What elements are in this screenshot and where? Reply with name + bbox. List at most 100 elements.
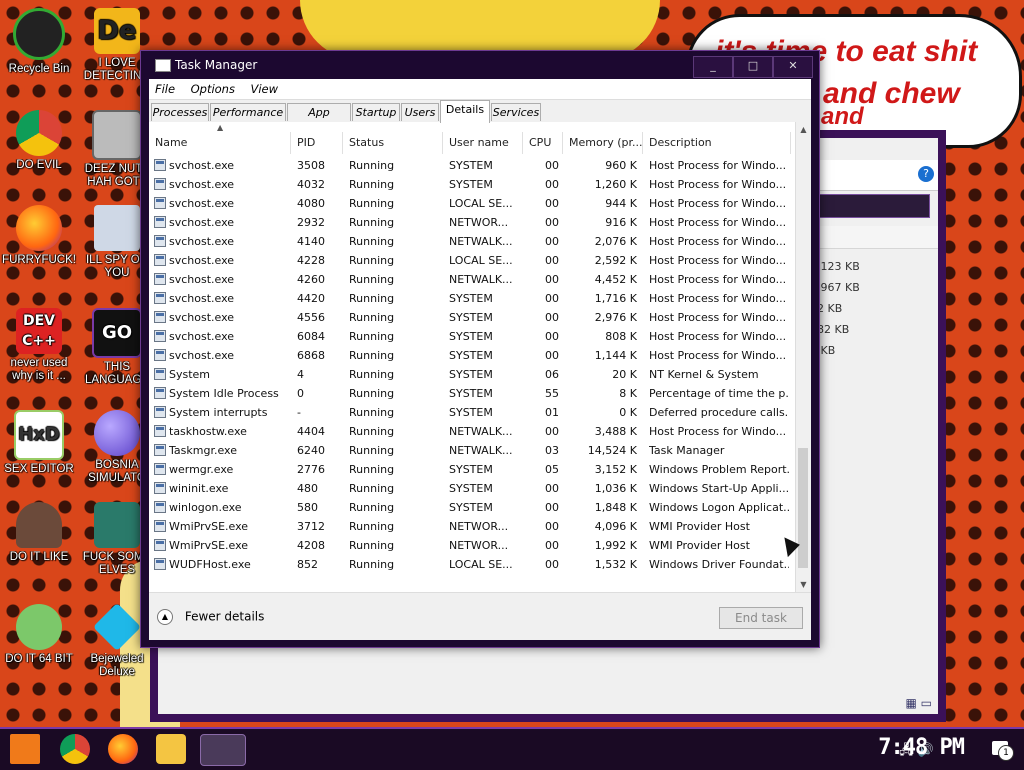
process-icon [154,501,166,513]
col-status[interactable]: Status [343,132,443,154]
cell-description: Windows Logon Applicat... [649,501,789,514]
cell-status: Running [349,387,395,400]
cell-memory: 944 K [605,197,637,210]
table-row[interactable]: winlogon.exe 580 Running SYSTEM 00 1,848 K Win… [149,498,791,517]
cell-pid: 3712 [297,520,325,533]
scroll-up-icon[interactable]: ▲ [796,122,811,137]
taskbar-firefox-icon[interactable] [108,734,138,764]
details-list[interactable]: ▲ Name PID Status User name CPU Memory (… [149,122,811,592]
desktop-icon-64bit[interactable]: DO IT 64 BIT [0,604,78,666]
explorer-size: 1 KB [810,344,836,357]
table-row[interactable]: wermgr.exe 2776 Running SYSTEM 05 3,152 K Wind… [149,460,791,479]
table-row[interactable]: svchost.exe 6868 Running SYSTEM 00 1,144 K Hos… [149,346,791,365]
taskbar-chrome-icon[interactable] [60,734,90,764]
cell-memory: 1,992 K [594,539,637,552]
table-row[interactable]: WmiPrvSE.exe 4208 Running NETWOR... 00 1,992 … [149,536,791,555]
process-icon [154,425,166,437]
cell-name: taskhostw.exe [169,425,247,438]
table-row[interactable]: Taskmgr.exe 6240 Running NETWALK... 03 14,524… [149,441,791,460]
table-row[interactable]: System Idle Process 0 Running SYSTEM 55 8 K Pe… [149,384,791,403]
task-manager-body: File Options View Processes Performance … [149,79,811,640]
tab-app-history[interactable]: App history [287,103,351,136]
cell-description: NT Kernel & System [649,368,759,381]
table-row[interactable]: System interrupts - Running SYSTEM 01 0 K Defe… [149,403,791,422]
taskbar-clock[interactable]: 7:48 PM [878,735,965,760]
table-row[interactable]: svchost.exe 4420 Running SYSTEM 00 1,716 K Hos… [149,289,791,308]
cell-pid: 3508 [297,159,325,172]
explorer-search-box[interactable] [808,194,930,218]
cell-description: WMI Provider Host [649,539,750,552]
table-row[interactable]: svchost.exe 4080 Running LOCAL SE... 00 944 K… [149,194,791,213]
table-row[interactable]: WmiPrvSE.exe 3712 Running NETWOR... 00 4,096 … [149,517,791,536]
table-row[interactable]: svchost.exe 4556 Running SYSTEM 00 2,976 K Hos… [149,308,791,327]
desktop-icon-firefox[interactable]: FURRYFUCK! [0,205,78,267]
taskbar-task-manager-icon[interactable] [200,734,246,766]
explorer-size-column[interactable]: e [808,226,938,249]
chevron-up-icon: ▲ [157,609,173,625]
fewer-details-button[interactable]: ▲ Fewer details [157,609,264,625]
tab-services[interactable]: Services [491,103,541,121]
end-task-button[interactable]: End task [719,607,803,629]
process-icon [154,273,166,285]
table-row[interactable]: svchost.exe 2932 Running NETWOR... 00 916 K Ho… [149,213,791,232]
tab-strip: Processes Performance App history Startu… [149,100,811,136]
title-bar[interactable]: Task Manager _ □ ✕ [141,51,819,79]
cell-memory: 1,848 K [594,501,637,514]
table-row[interactable]: svchost.exe 4032 Running SYSTEM 00 1,260 K Hos… [149,175,791,194]
cell-memory: 3,488 K [594,425,637,438]
cell-user: NETWOR... [449,539,509,552]
cell-description: Host Process for Windo... [649,425,787,438]
menu-file[interactable]: File [149,79,181,99]
tab-users[interactable]: Users [401,103,439,121]
cell-description: Task Manager [649,444,725,457]
desktop-icon-chrome[interactable]: DO EVIL [0,110,78,172]
minimize-button[interactable]: _ [693,56,733,78]
menu-view[interactable]: View [244,79,284,99]
cell-user: SYSTEM [449,368,493,381]
table-row[interactable]: svchost.exe 4260 Running NETWALK... 00 4,452 … [149,270,791,289]
tab-processes[interactable]: Processes [151,103,209,121]
start-button-icon[interactable] [10,734,40,764]
task-manager-window[interactable]: Task Manager _ □ ✕ File Options View Pro… [140,50,820,648]
table-row[interactable]: System 4 Running SYSTEM 06 20 K NT Kernel & Sy… [149,365,791,384]
cell-description: Host Process for Windo... [649,349,787,362]
process-icon [154,368,166,380]
col-description[interactable]: Description [643,132,791,154]
col-name[interactable]: Name [149,132,291,154]
col-cpu[interactable]: CPU [523,132,563,154]
table-row[interactable]: svchost.exe 4228 Running LOCAL SE... 00 2,592… [149,251,791,270]
col-user-name[interactable]: User name [443,132,523,154]
tab-details[interactable]: Details [440,100,490,123]
table-row[interactable]: taskhostw.exe 4404 Running NETWALK... 00 3,48… [149,422,791,441]
desktop-icon-do-it-like[interactable]: DO IT LIKE [0,502,78,564]
col-memory[interactable]: Memory (pr... [563,132,643,154]
table-row[interactable]: svchost.exe 6084 Running SYSTEM 00 808 K Host … [149,327,791,346]
desktop-icon-recycle-bin[interactable]: Recycle Bin [0,8,78,76]
cell-name: winlogon.exe [169,501,242,514]
cell-description: Host Process for Windo... [649,216,787,229]
desktop-icon-hxd[interactable]: HxD SEX EDITOR [0,410,78,476]
table-row[interactable]: svchost.exe 3508 Running SYSTEM 00 960 K Host … [149,156,791,175]
menu-options[interactable]: Options [185,79,241,99]
cell-name: svchost.exe [169,311,235,324]
notification-icon[interactable]: 1 [992,741,1014,761]
vertical-scrollbar[interactable]: ▲ ▼ [795,122,811,592]
mine-icon [94,410,140,456]
table-row[interactable]: wininit.exe 480 Running SYSTEM 00 1,036 K Wind… [149,479,791,498]
table-row[interactable]: svchost.exe 4140 Running NETWALK... 00 2,076 … [149,232,791,251]
tab-performance[interactable]: Performance [210,103,286,121]
cell-user: SYSTEM [449,463,493,476]
table-row[interactable]: WUDFHost.exe 852 Running LOCAL SE... 00 1,532… [149,555,791,574]
explorer-view-toggles[interactable]: ▦ ▭ [906,696,933,710]
tab-startup[interactable]: Startup [352,103,400,121]
maximize-button[interactable]: □ [733,56,773,78]
desktop-icon-devcpp[interactable]: DEV C++ never used why is it ... [0,308,78,383]
chrome-icon [16,110,62,156]
help-icon[interactable]: ? [918,166,934,182]
scroll-down-icon[interactable]: ▼ [796,577,811,592]
close-button[interactable]: ✕ [773,56,813,78]
cell-user: SYSTEM [449,159,493,172]
taskbar-file-explorer-icon[interactable] [156,734,186,764]
cell-memory: 4,096 K [594,520,637,533]
col-pid[interactable]: PID [291,132,343,154]
